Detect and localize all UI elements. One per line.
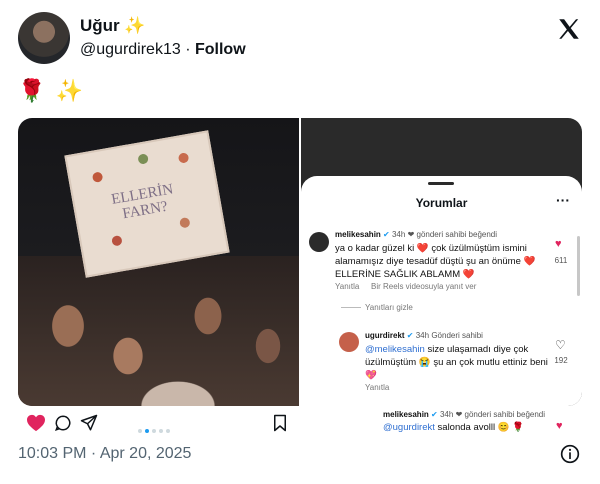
scrollbar (577, 236, 580, 296)
tweet-header: Uğur ✨ @ugurdirek13 · Follow (18, 12, 582, 64)
reply-button: Yanıtla (335, 282, 360, 291)
send-icon[interactable] (80, 414, 98, 432)
comment-badge: ❤ gönderi sahibi beğendi (407, 230, 498, 239)
carousel-dot-active (145, 429, 149, 433)
tweet-actions (18, 410, 582, 436)
bookmark-icon[interactable] (272, 414, 288, 432)
comment-header: ugurdirekt ✔ 34h Gönderi sahibi (365, 331, 483, 340)
comments-title: Yorumlar (415, 196, 468, 210)
flower-icon (177, 152, 190, 164)
heart-outline-icon: ♡ (555, 338, 566, 352)
reply-button: Yanıtla (365, 383, 390, 392)
crowd-image (18, 256, 299, 406)
carousel-dots (138, 420, 173, 438)
sign-text: ELLERİN FARN? (110, 181, 175, 223)
concert-photo[interactable]: ELLERİN FARN? (18, 118, 299, 406)
comment-avatar (339, 332, 359, 352)
verified-icon: ✔ (406, 331, 414, 340)
flower-icon (111, 234, 123, 247)
sparkles-emoji: ✨ (124, 16, 146, 35)
comments-screenshot[interactable]: Yorumlar ··· melikesahin ✔ 34h ❤ gönderi… (301, 118, 582, 406)
divider (341, 307, 361, 308)
verified-icon: ✔ (383, 230, 390, 239)
comment-text: @melikesahin size ulaşamadı diye çok üzü… (365, 343, 551, 382)
handmade-sign: ELLERİN FARN? (64, 130, 230, 278)
comment-username: ugurdirekt (365, 331, 405, 340)
carousel-dot (152, 429, 156, 433)
comment-badge: Gönderi sahibi (431, 331, 483, 340)
comment-username: melikesahin (335, 230, 381, 239)
x-logo-icon[interactable] (556, 16, 582, 42)
follow-button[interactable]: Follow (195, 41, 246, 58)
author-name-line[interactable]: Uğur ✨ (80, 16, 146, 36)
separator: · (185, 41, 191, 58)
carousel-dot (159, 429, 163, 433)
comment-avatar (309, 232, 329, 252)
heart-icon[interactable] (26, 414, 46, 432)
hide-replies-button: Yanıtları gizle (365, 303, 413, 312)
carousel-dot (138, 429, 142, 433)
carousel-dot (166, 429, 170, 433)
comment-mention: @melikesahin (365, 344, 425, 355)
like-count: 611 (554, 256, 568, 265)
sheet-grabber (428, 182, 454, 185)
flower-icon (137, 153, 149, 165)
author-avatar[interactable] (18, 12, 70, 64)
flower-icon (179, 216, 191, 229)
comments-sheet: Yorumlar ··· melikesahin ✔ 34h ❤ gönderi… (301, 176, 582, 406)
comment-time: 34h (415, 331, 430, 340)
tweet-text: 🌹 ✨ (18, 78, 85, 103)
more-options-icon: ··· (556, 192, 570, 208)
tweet-media[interactable]: ELLERİN FARN? Yorumlar ··· melikesahin ✔… (18, 118, 582, 406)
comment-time: 34h (391, 230, 406, 239)
like-count: 192 (554, 356, 568, 365)
tweet-timestamp[interactable]: 10:03 PM · Apr 20, 2025 (18, 445, 191, 463)
author-name[interactable]: Uğur (80, 16, 120, 35)
info-icon[interactable] (560, 444, 580, 464)
comment-header: melikesahin ✔ 34h ❤ gönderi sahibi beğen… (335, 230, 497, 239)
author-handle-line: @ugurdirek13 · Follow (80, 41, 246, 59)
author-handle[interactable]: @ugurdirek13 (80, 41, 181, 58)
reels-reply-button: Bir Reels videosuyla yanıt ver (371, 282, 477, 291)
comment-icon[interactable] (54, 414, 72, 432)
comment-text: ya o kadar güzel ki ❤️ çok üzülmüştüm is… (335, 243, 536, 280)
flower-icon (91, 171, 104, 183)
heart-icon: ♥ (555, 238, 562, 250)
